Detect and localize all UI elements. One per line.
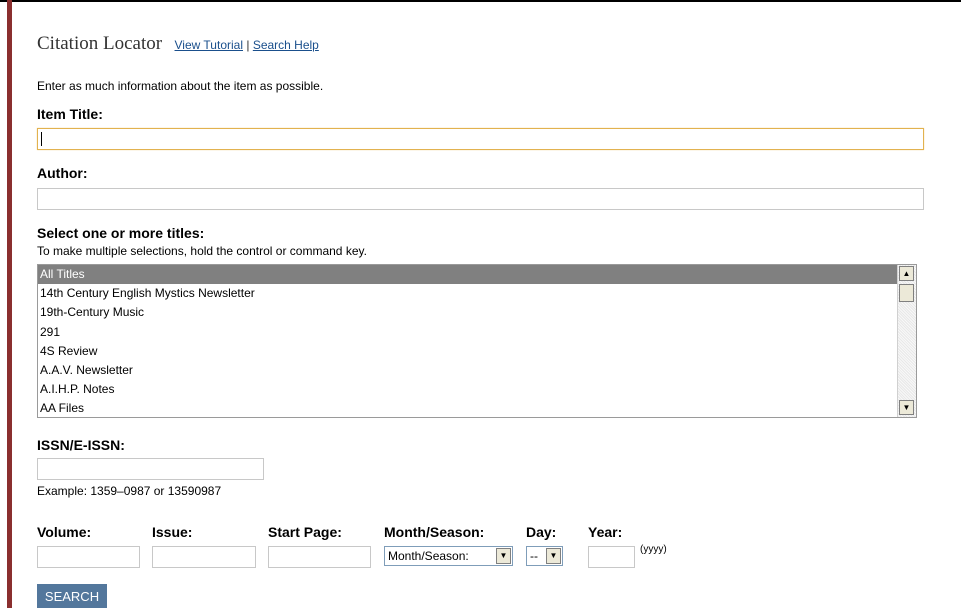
start-page-label: Start Page: [268,524,342,540]
issn-input[interactable] [37,458,264,480]
title-option[interactable]: 14th Century English Mystics Newsletter [38,284,897,303]
day-select[interactable]: -- ▼ [526,546,563,566]
search-help-link[interactable]: Search Help [253,38,319,52]
scroll-down-arrow-icon[interactable]: ▼ [899,400,914,415]
intro-text: Enter as much information about the item… [37,79,324,93]
issn-example: Example: 1359–0987 or 13590987 [37,484,222,498]
author-label: Author: [37,165,88,181]
volume-input[interactable] [37,546,140,568]
view-tutorial-link[interactable]: View Tutorial [175,38,243,52]
search-button[interactable]: SEARCH [37,584,107,608]
help-links: View Tutorial | Search Help [175,38,319,52]
title-option[interactable]: 4S Review [38,342,897,361]
scroll-up-arrow-icon[interactable]: ▲ [899,266,914,281]
top-border [0,0,961,2]
issue-input[interactable] [152,546,256,568]
dropdown-arrow-icon[interactable]: ▼ [496,548,511,564]
title-option[interactable]: A.I.H.P. Notes [38,380,897,399]
issue-label: Issue: [152,524,193,540]
title-option[interactable]: All Titles [38,265,897,285]
titles-label: Select one or more titles: [37,225,205,241]
day-value: -- [530,549,538,563]
item-title-input[interactable] [37,128,924,150]
link-separator: | [246,38,250,52]
title-row: Citation Locator View Tutorial | Search … [37,33,319,55]
title-option[interactable]: A.A.V. Newsletter [38,361,897,380]
text-caret [41,132,42,146]
title-option[interactable]: AA Files [38,399,897,417]
dropdown-arrow-icon[interactable]: ▼ [546,548,561,564]
titles-listbox[interactable]: All Titles 14th Century English Mystics … [37,264,917,418]
month-season-value: Month/Season: [388,549,469,563]
issn-label: ISSN/E-ISSN: [37,437,125,453]
month-season-select[interactable]: Month/Season: ▼ [384,546,513,566]
volume-label: Volume: [37,524,92,540]
year-input[interactable] [588,546,635,568]
listbox-scrollbar[interactable]: ▲ ▼ [897,265,916,417]
titles-hint: To make multiple selections, hold the co… [37,244,367,258]
month-season-label: Month/Season: [384,524,485,540]
page-title: Citation Locator [37,33,163,54]
year-label: Year: [588,524,623,540]
titles-options: All Titles 14th Century English Mystics … [38,265,897,417]
day-label: Day: [526,524,557,540]
left-accent-bar [7,0,12,608]
title-option[interactable]: 291 [38,323,897,342]
start-page-input[interactable] [268,546,371,568]
item-title-label: Item Title: [37,106,103,122]
year-format-hint: (yyyy) [640,544,667,555]
scroll-thumb[interactable] [899,284,914,302]
author-input[interactable] [37,188,924,210]
title-option[interactable]: 19th-Century Music [38,303,897,322]
